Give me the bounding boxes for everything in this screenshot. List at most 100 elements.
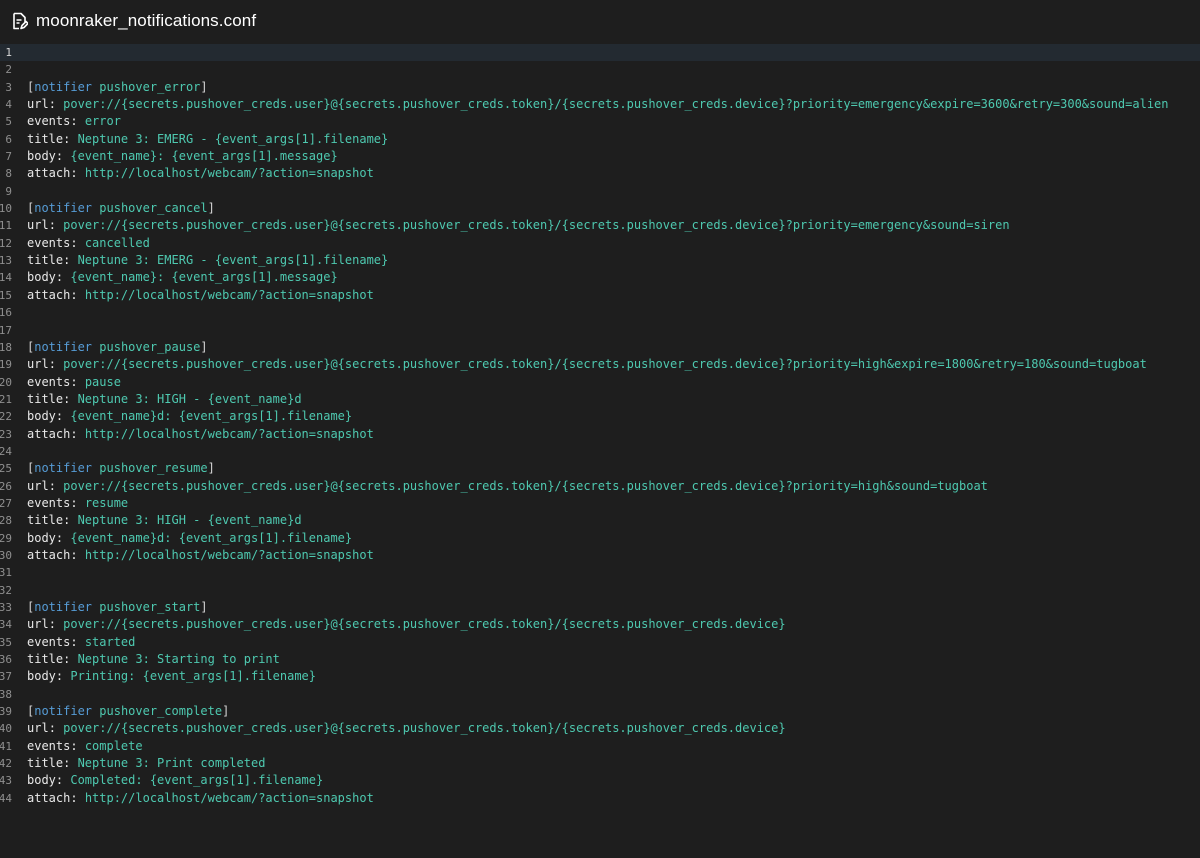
code-line[interactable]: 37 body: Printing: {event_args[1].filenam… <box>0 668 1200 685</box>
code-line[interactable]: 42 title: Neptune 3: Print completed <box>0 755 1200 772</box>
code-line[interactable]: 43 body: Completed: {event_args[1].filena… <box>0 772 1200 789</box>
config-value: complete <box>84 738 143 753</box>
line-number: 26 <box>0 479 12 493</box>
line-number: 29 <box>0 531 12 545</box>
config-key: url <box>27 721 49 736</box>
code-line[interactable]: 3 [notifier pushover_error] <box>0 79 1200 96</box>
line-content: events: pause <box>27 374 121 389</box>
config-key: events <box>27 114 71 129</box>
code-line[interactable]: 5 events: error <box>0 113 1200 130</box>
line-number: 28 <box>0 514 12 528</box>
section-keyword: notifier <box>34 79 93 94</box>
code-line[interactable]: 6 title: Neptune 3: EMERG - {event_args[1… <box>0 131 1200 148</box>
code-line[interactable]: 14 body: {event_name}: {event_args[1].mes… <box>0 269 1200 286</box>
code-line[interactable]: 7 body: {event_name}: {event_args[1].mess… <box>0 148 1200 165</box>
line-number: 21 <box>0 392 12 406</box>
code-line[interactable]: 19 url: pover://{secrets.pushover_creds.u… <box>0 356 1200 373</box>
config-value: Neptune 3: EMERG - {event_args[1].filena… <box>77 131 389 146</box>
code-line[interactable]: 29 body: {event_name}d: {event_args[1].fi… <box>0 530 1200 547</box>
line-content: [notifier pushover_pause] <box>27 339 208 354</box>
code-line[interactable]: 10 [notifier pushover_cancel] <box>0 200 1200 217</box>
line-number: 20 <box>0 375 12 389</box>
code-editor[interactable]: 1 2 3 [notifier pushover_error] 4 url: pover:… <box>0 44 1200 858</box>
code-line[interactable]: 12 events: cancelled <box>0 235 1200 252</box>
code-line[interactable]: 1 <box>0 44 1200 62</box>
code-line[interactable]: 13 title: Neptune 3: EMERG - {event_args[… <box>0 252 1200 269</box>
code-line[interactable]: 38 <box>0 686 1200 703</box>
code-line[interactable]: 26 url: pover://{secrets.pushover_creds.u… <box>0 478 1200 495</box>
line-content: events: error <box>27 114 121 129</box>
line-content: [notifier pushover_complete] <box>27 704 230 719</box>
config-key: body <box>27 149 56 164</box>
code-line[interactable]: 27 events: resume <box>0 495 1200 512</box>
code-line[interactable]: 41 events: complete <box>0 738 1200 755</box>
line-content: events: started <box>27 634 136 649</box>
section-name: pushover_complete <box>99 704 223 719</box>
line-content: attach: http://localhost/webcam/?action=… <box>27 426 374 441</box>
code-line[interactable]: 16 <box>0 304 1200 321</box>
config-value: Printing: {event_args[1].filename} <box>70 669 316 684</box>
code-line[interactable]: 30 attach: http://localhost/webcam/?actio… <box>0 547 1200 564</box>
line-number: 22 <box>0 410 12 424</box>
code-line[interactable]: 31 <box>0 564 1200 581</box>
line-number: 25 <box>0 462 12 476</box>
line-number: 24 <box>0 444 12 458</box>
code-line[interactable]: 21 title: Neptune 3: HIGH - {event_name}d <box>0 391 1200 408</box>
line-number: 12 <box>0 236 12 250</box>
line-content: title: Neptune 3: EMERG - {event_args[1]… <box>27 253 389 268</box>
config-value: {event_name}: {event_args[1].message} <box>70 149 338 164</box>
config-key: title <box>27 756 64 771</box>
config-value: Neptune 3: Starting to print <box>77 652 280 667</box>
line-number: 3 <box>5 80 12 94</box>
code-line[interactable]: 44 attach: http://localhost/webcam/?actio… <box>0 790 1200 807</box>
line-number: 1 <box>5 46 12 59</box>
code-line[interactable]: 11 url: pover://{secrets.pushover_creds.u… <box>0 217 1200 234</box>
code-line[interactable]: 15 attach: http://localhost/webcam/?actio… <box>0 287 1200 304</box>
line-number: 32 <box>0 583 12 597</box>
code-line[interactable]: 2 <box>0 61 1200 78</box>
config-value: {event_name}: {event_args[1].message} <box>70 270 338 285</box>
code-line[interactable]: 35 events: started <box>0 634 1200 651</box>
code-line[interactable]: 25 [notifier pushover_resume] <box>0 460 1200 477</box>
line-number: 38 <box>0 687 12 701</box>
code-line[interactable]: 17 <box>0 322 1200 339</box>
code-line[interactable]: 18 [notifier pushover_pause] <box>0 339 1200 356</box>
code-line[interactable]: 32 <box>0 582 1200 599</box>
line-number: 31 <box>0 566 12 580</box>
code-line[interactable]: 36 title: Neptune 3: Starting to print <box>0 651 1200 668</box>
line-number: 23 <box>0 427 12 441</box>
line-content: [notifier pushover_error] <box>27 79 208 94</box>
line-content: title: Neptune 3: EMERG - {event_args[1]… <box>27 131 389 146</box>
line-number: 19 <box>0 358 12 372</box>
code-line[interactable]: 40 url: pover://{secrets.pushover_creds.u… <box>0 720 1200 737</box>
config-value: http://localhost/webcam/?action=snapshot <box>84 287 374 302</box>
code-line[interactable]: 24 <box>0 443 1200 460</box>
code-line[interactable]: 33 [notifier pushover_start] <box>0 599 1200 616</box>
config-key: url <box>27 218 49 233</box>
line-content: attach: http://localhost/webcam/?action=… <box>27 166 374 181</box>
code-line[interactable]: 20 events: pause <box>0 374 1200 391</box>
line-number: 15 <box>0 288 12 302</box>
code-line[interactable]: 39 [notifier pushover_complete] <box>0 703 1200 720</box>
code-line[interactable]: 22 body: {event_name}d: {event_args[1].fi… <box>0 408 1200 425</box>
config-key: body <box>27 669 56 684</box>
line-content: [notifier pushover_resume] <box>27 461 215 476</box>
code-line[interactable]: 4 url: pover://{secrets.pushover_creds.us… <box>0 96 1200 113</box>
code-line[interactable]: 23 attach: http://localhost/webcam/?actio… <box>0 426 1200 443</box>
code-line[interactable]: 28 title: Neptune 3: HIGH - {event_name}d <box>0 512 1200 529</box>
section-keyword: notifier <box>34 600 93 614</box>
line-number: 16 <box>0 306 12 320</box>
line-number: 34 <box>0 618 12 632</box>
line-number: 9 <box>5 184 12 198</box>
config-key: body <box>27 530 56 545</box>
line-content: [notifier pushover_cancel] <box>27 201 215 216</box>
config-key: title <box>27 652 64 667</box>
code-line[interactable]: 9 <box>0 183 1200 200</box>
code-line[interactable]: 8 attach: http://localhost/webcam/?action… <box>0 165 1200 182</box>
code-line[interactable]: 34 url: pover://{secrets.pushover_creds.u… <box>0 616 1200 633</box>
line-number: 42 <box>0 757 12 771</box>
config-value: {event_name}d: {event_args[1].filename} <box>70 530 353 545</box>
line-content: events: cancelled <box>27 235 150 250</box>
config-key: title <box>27 513 64 528</box>
line-number: 39 <box>0 705 12 719</box>
